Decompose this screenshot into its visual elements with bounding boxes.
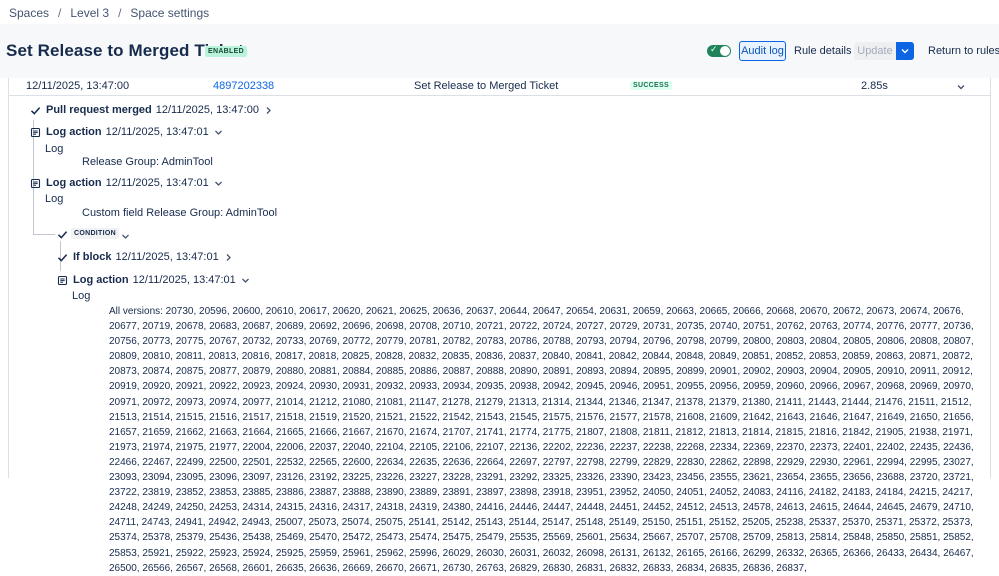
update-dropdown-button[interactable]	[896, 42, 914, 60]
row-divider	[9, 95, 990, 96]
document-icon	[29, 177, 41, 189]
status-badge: SUCCESS	[630, 81, 672, 90]
log-rule-name: Set Release to Merged Ticket	[414, 80, 559, 92]
toggle-knob	[720, 46, 730, 56]
log-timestamp: 12/11/2025, 13:47:00	[26, 80, 130, 92]
log-action-1-time: 12/11/2025, 13:47:01	[105, 126, 209, 138]
log-action-2-time: 12/11/2025, 13:47:01	[105, 177, 209, 189]
collapse-row-button[interactable]	[956, 80, 966, 95]
expand-trigger-button[interactable]	[264, 106, 273, 115]
log-action-1-label: Log	[45, 143, 64, 155]
collapse-condition-button[interactable]	[121, 229, 130, 244]
chevron-right-icon	[266, 106, 271, 114]
breadcrumb-level-3[interactable]: Level 3	[70, 6, 109, 20]
chevron-down-icon	[214, 181, 222, 186]
breadcrumb-separator: /	[118, 6, 122, 20]
breadcrumb: Spaces / Level 3 / Space settings	[9, 6, 209, 20]
toggle-check-icon: ✓	[710, 44, 718, 54]
document-icon	[29, 126, 41, 138]
condition-badge: CONDITION	[71, 228, 119, 239]
check-icon	[29, 104, 41, 116]
if-block-time: 12/11/2025, 13:47:01	[115, 251, 219, 263]
tree-node-log-action-3: Log action 12/11/2025, 13:47:01	[56, 274, 250, 286]
log-action-1-title: Log action	[46, 126, 102, 138]
collapse-log-action-1-button[interactable]	[214, 128, 223, 137]
collapse-log-action-2-button[interactable]	[214, 179, 223, 188]
log-action-2-title: Log action	[46, 177, 102, 189]
log-id-link[interactable]: 4897202338	[213, 80, 274, 92]
log-duration: 2.85s	[861, 80, 888, 92]
breadcrumb-spaces[interactable]: Spaces	[9, 6, 49, 20]
tree-node-log-action-2: Log action 12/11/2025, 13:47:01	[29, 177, 223, 189]
chevron-down-icon	[214, 130, 222, 135]
check-icon	[56, 228, 68, 240]
collapse-log-action-3-button[interactable]	[241, 276, 250, 285]
expand-if-block-button[interactable]	[224, 253, 233, 262]
panel-border-left	[8, 78, 9, 478]
rule-enabled-toggle[interactable]: ✓	[707, 44, 731, 57]
document-icon	[56, 274, 68, 286]
audit-log-button[interactable]: Audit log	[739, 41, 786, 61]
tree-node-log-action-1: Log action 12/11/2025, 13:47:01	[29, 126, 223, 138]
check-icon	[56, 251, 68, 263]
enabled-badge: ENABLED	[205, 46, 247, 57]
trigger-title: Pull request merged	[46, 104, 152, 116]
if-block-title: If block	[73, 251, 112, 263]
all-versions-message: All versions: 20730, 20596, 20600, 20610…	[109, 306, 974, 574]
tree-line	[33, 234, 55, 235]
chevron-down-icon	[901, 49, 909, 54]
breadcrumb-space-settings[interactable]: Space settings	[130, 6, 209, 20]
log-action-3-title: Log action	[73, 274, 129, 286]
tree-node-if-block: If block 12/11/2025, 13:47:01	[56, 251, 233, 263]
chevron-down-icon	[122, 234, 129, 239]
chevron-down-icon	[957, 85, 965, 90]
log-action-3-label: Log	[72, 290, 91, 302]
tree-node-trigger: Pull request merged 12/11/2025, 13:47:00	[29, 104, 273, 116]
chevron-right-icon	[226, 253, 231, 261]
update-button[interactable]: Update	[854, 42, 896, 60]
rule-details-button[interactable]: Rule details	[794, 42, 851, 60]
breadcrumb-separator: /	[58, 6, 62, 20]
log-action-2-label: Log	[45, 193, 64, 205]
return-to-rules-button[interactable]: Return to rules	[928, 42, 999, 60]
trigger-time: 12/11/2025, 13:47:00	[155, 104, 259, 116]
log-action-3-time: 12/11/2025, 13:47:01	[132, 274, 236, 286]
log-action-2-message: Custom field Release Group: AdminTool	[82, 207, 278, 219]
log-action-1-message: Release Group: AdminTool	[82, 156, 213, 168]
chevron-down-icon	[241, 278, 249, 283]
